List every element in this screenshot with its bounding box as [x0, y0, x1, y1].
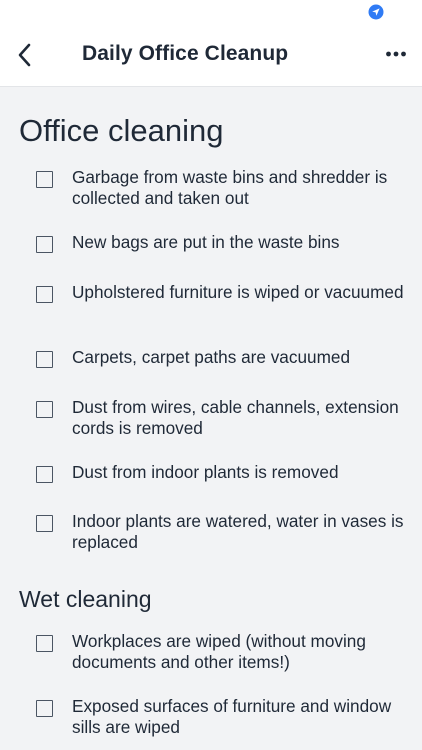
checklist-item-label: Indoor plants are watered, water in vase… — [72, 511, 404, 552]
location-arrow-icon — [368, 4, 384, 20]
checklist-item-label: Dust from wires, cable channels, extensi… — [72, 397, 399, 438]
nav-bar: Daily Office Cleanup — [0, 26, 422, 87]
checkbox[interactable] — [36, 466, 53, 483]
checklist-content: Office cleaning Garbage from waste bins … — [0, 87, 422, 750]
checkbox[interactable] — [36, 171, 53, 188]
page-title: Daily Office Cleanup — [82, 42, 289, 65]
checklist-item-label: Workplaces are wiped (without moving doc… — [72, 631, 366, 672]
checklist-item-label: Dust from indoor plants is removed — [72, 462, 339, 482]
checkbox[interactable] — [36, 401, 53, 418]
status-bar — [0, 0, 422, 26]
checklist-item-label: Upholstered furniture is wiped or vacuum… — [72, 282, 404, 302]
checkbox[interactable] — [36, 236, 53, 253]
more-options-button[interactable] — [384, 44, 408, 64]
checklist-item-label: Carpets, carpet paths are vacuumed — [72, 347, 351, 367]
checkbox[interactable] — [36, 351, 53, 368]
checklist-item-label: Garbage from waste bins and shredder is … — [72, 167, 388, 208]
checklist-item-label: New bags are put in the waste bins — [72, 232, 340, 252]
checkbox[interactable] — [36, 700, 53, 717]
checkbox[interactable] — [36, 515, 53, 532]
section-title-wet-cleaning: Wet cleaning — [19, 586, 152, 612]
back-button[interactable] — [10, 40, 40, 70]
section-title-office-cleaning: Office cleaning — [19, 113, 224, 148]
checkbox[interactable] — [36, 286, 53, 303]
checklist-item-label: Exposed surfaces of furniture and window… — [72, 696, 392, 737]
checkbox[interactable] — [36, 635, 53, 652]
